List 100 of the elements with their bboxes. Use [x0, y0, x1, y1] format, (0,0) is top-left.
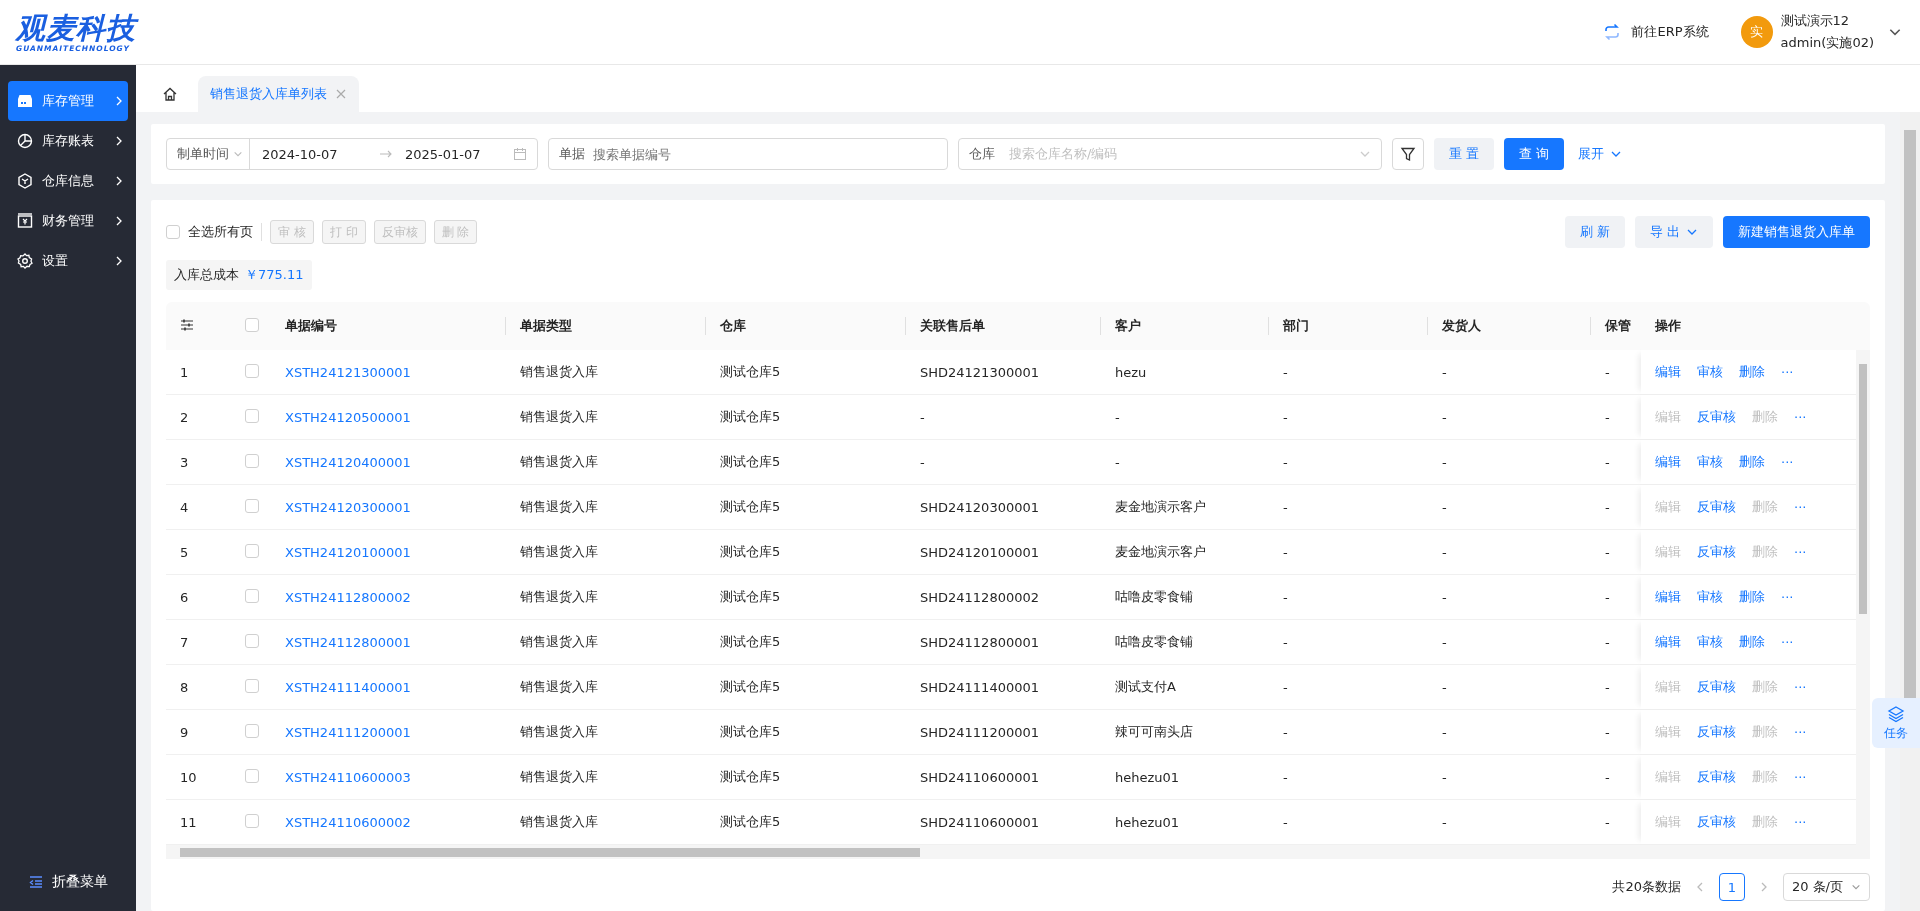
erp-link[interactable]: 前往ERP系统: [1603, 23, 1709, 41]
row-action-link[interactable]: 审核: [1697, 453, 1723, 471]
document-link[interactable]: XSTH24120100001: [285, 544, 411, 560]
more-actions-link[interactable]: ···: [1781, 454, 1794, 470]
row-checkbox[interactable]: [245, 633, 259, 648]
table-cell: -: [1605, 769, 1610, 785]
more-actions-link[interactable]: ···: [1794, 679, 1807, 695]
page-tab[interactable]: 销售退货入库单列表: [198, 76, 359, 112]
table-cell: -: [1442, 724, 1447, 740]
horizontal-scrollbar[interactable]: [166, 845, 1870, 859]
table-cell: 测试仓库5: [720, 364, 781, 379]
more-actions-link[interactable]: ···: [1781, 589, 1794, 605]
table-cell: 咕噜皮零食铺: [1115, 589, 1193, 604]
row-checkbox[interactable]: [245, 408, 259, 423]
row-action-link[interactable]: 删除: [1739, 633, 1765, 651]
collapse-menu-button[interactable]: 折叠菜单: [8, 873, 128, 891]
sidebar-item[interactable]: 设置: [8, 241, 128, 281]
document-link[interactable]: XSTH24111200001: [285, 724, 411, 740]
row-action-link[interactable]: 编辑: [1655, 633, 1681, 651]
row-action-link[interactable]: 反审核: [1697, 408, 1736, 426]
table-cell: -: [1283, 769, 1288, 785]
document-link[interactable]: XSTH24112800002: [285, 589, 411, 605]
row-checkbox[interactable]: [245, 453, 259, 468]
expand-button[interactable]: 展开: [1574, 138, 1627, 170]
row-checkbox[interactable]: [245, 498, 259, 513]
select-all-checkbox[interactable]: 全选所有页: [166, 223, 262, 241]
sidebar-item[interactable]: 仓库信息: [8, 161, 128, 201]
page-size-select[interactable]: 20 条/页: [1782, 873, 1870, 901]
sidebar-item[interactable]: 库存账表: [8, 121, 128, 161]
table-cell: -: [920, 409, 925, 425]
row-checkbox[interactable]: [245, 543, 259, 558]
date-range-field[interactable]: 制单时间 2024-10-07 2025-01-07: [166, 138, 538, 170]
task-button[interactable]: 任务: [1872, 698, 1920, 748]
row-checkbox[interactable]: [245, 363, 259, 378]
create-button[interactable]: 新建销售退货入库单: [1723, 216, 1870, 248]
document-link[interactable]: XSTH24120400001: [285, 454, 411, 470]
sidebar-item[interactable]: 财务管理: [8, 201, 128, 241]
row-checkbox[interactable]: [245, 768, 259, 783]
document-link[interactable]: XSTH24110600003: [285, 769, 411, 785]
column-header: 保管: [1605, 318, 1631, 333]
row-action-link[interactable]: 反审核: [1697, 498, 1736, 516]
filter-button[interactable]: [1392, 138, 1424, 170]
more-actions-link[interactable]: ···: [1781, 364, 1794, 380]
row-action-link[interactable]: 编辑: [1655, 588, 1681, 606]
row-checkbox[interactable]: [245, 813, 259, 828]
column-settings-icon: [180, 317, 194, 332]
more-actions-link[interactable]: ···: [1794, 769, 1807, 785]
row-action-link[interactable]: 审核: [1697, 363, 1723, 381]
table-cell: 销售退货入库: [520, 364, 598, 379]
refresh-button[interactable]: 刷 新: [1564, 216, 1625, 248]
row-action-link[interactable]: 反审核: [1697, 813, 1736, 831]
row-action-link[interactable]: 审核: [1697, 588, 1723, 606]
user-avatar[interactable]: 实: [1740, 16, 1773, 48]
row-action-link[interactable]: 审核: [1697, 633, 1723, 651]
table-cell: 销售退货入库: [520, 499, 598, 514]
document-link[interactable]: XSTH24120300001: [285, 499, 411, 515]
row-action-link[interactable]: 反审核: [1697, 678, 1736, 696]
more-actions-link[interactable]: ···: [1794, 409, 1807, 425]
table-cell: -: [1605, 814, 1610, 830]
export-button[interactable]: 导 出: [1634, 216, 1713, 248]
row-action-link[interactable]: 反审核: [1697, 543, 1736, 561]
row-action-link[interactable]: 删除: [1739, 588, 1765, 606]
table-cell: -: [1605, 724, 1610, 740]
row-checkbox[interactable]: [245, 678, 259, 693]
reset-button[interactable]: 重 置: [1434, 138, 1495, 170]
row-action-link[interactable]: 编辑: [1655, 363, 1681, 381]
sidebar-item[interactable]: 库存管理: [8, 81, 128, 121]
more-actions-link[interactable]: ···: [1794, 814, 1807, 830]
row-action-link[interactable]: 反审核: [1697, 723, 1736, 741]
refresh-icon: [1603, 23, 1622, 41]
settings-icon: [16, 252, 34, 270]
table-cell: SHD24110600001: [920, 814, 1040, 830]
close-icon: [335, 88, 347, 100]
document-link[interactable]: XSTH24112800001: [285, 634, 411, 650]
row-action-link[interactable]: 删除: [1739, 453, 1765, 471]
table-cell: 测试仓库5: [720, 409, 781, 424]
more-actions-link[interactable]: ···: [1794, 499, 1807, 515]
document-link[interactable]: XSTH24121300001: [285, 364, 411, 380]
row-checkbox[interactable]: [245, 723, 259, 738]
row-action-link[interactable]: 反审核: [1697, 768, 1736, 786]
query-button[interactable]: 查 询: [1504, 138, 1565, 170]
page-button[interactable]: 1: [1718, 873, 1745, 901]
row-number: 4: [179, 499, 190, 515]
chevron-right-icon: [114, 216, 124, 226]
more-actions-link[interactable]: ···: [1794, 724, 1807, 740]
column-header: 部门: [1283, 318, 1309, 333]
header-checkbox[interactable]: [245, 317, 259, 332]
row-action-link[interactable]: 删除: [1739, 363, 1765, 381]
table-cell: -: [1442, 589, 1447, 605]
row-action-link[interactable]: 编辑: [1655, 453, 1681, 471]
table-cell: -: [1283, 634, 1288, 650]
document-link[interactable]: XSTH24110600002: [285, 814, 411, 830]
more-actions-link[interactable]: ···: [1794, 544, 1807, 560]
row-checkbox[interactable]: [245, 588, 259, 603]
warehouse-select[interactable]: 仓库 搜索仓库名称/编码: [958, 138, 1382, 170]
document-link[interactable]: XSTH24111400001: [285, 679, 411, 695]
more-actions-link[interactable]: ···: [1781, 634, 1794, 650]
table-cell: 销售退货入库: [520, 679, 598, 694]
document-link[interactable]: XSTH24120500001: [285, 409, 411, 425]
vertical-scrollbar[interactable]: [1856, 350, 1870, 845]
